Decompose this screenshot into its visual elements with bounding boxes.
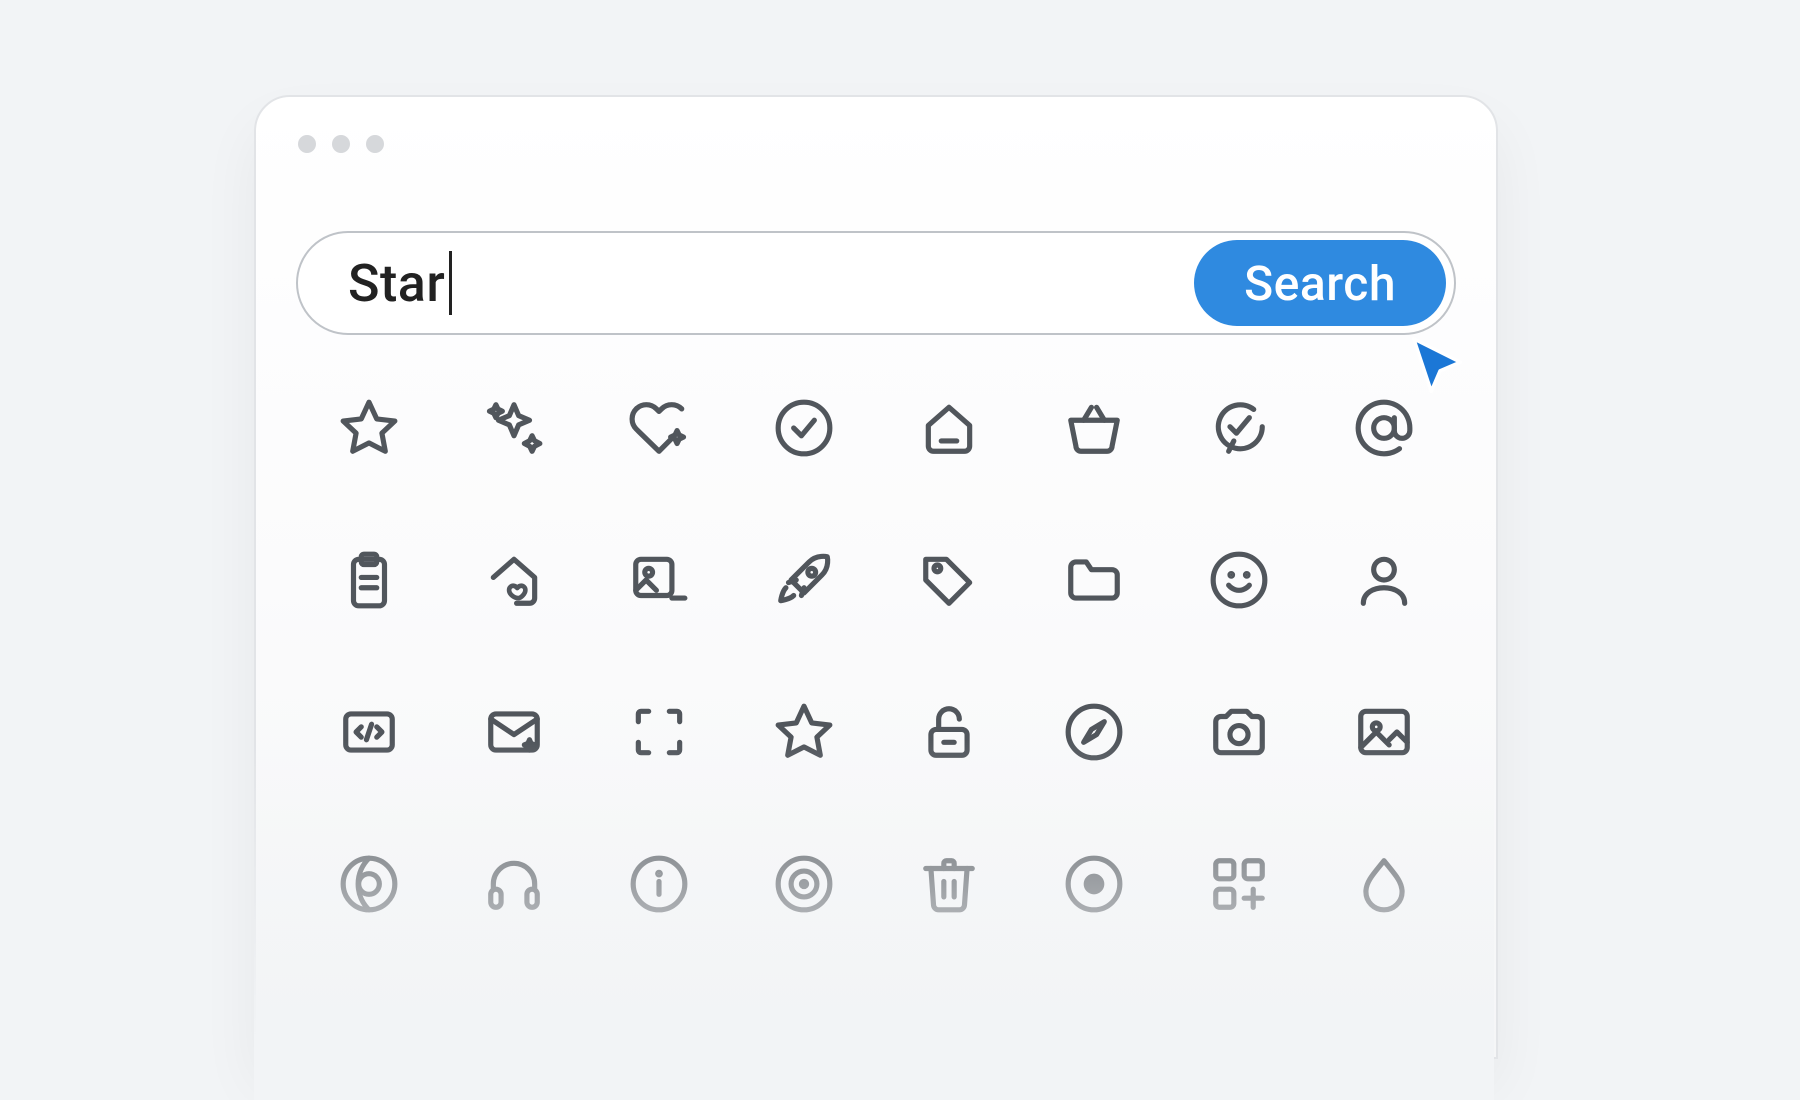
unlock-icon[interactable]: [918, 701, 980, 763]
headphones-icon[interactable]: [483, 853, 545, 915]
scan-icon[interactable]: [628, 701, 690, 763]
compass-icon[interactable]: [1063, 701, 1125, 763]
sparkles-icon[interactable]: [483, 397, 545, 459]
window-minimize-dot[interactable]: [332, 135, 350, 153]
camera-icon[interactable]: [1208, 701, 1270, 763]
search-button-label: Search: [1244, 255, 1396, 312]
user-icon[interactable]: [1353, 549, 1415, 611]
search-input[interactable]: Star: [298, 253, 1194, 314]
home-icon[interactable]: [918, 397, 980, 459]
house-heart-icon[interactable]: [483, 549, 545, 611]
smiley-icon[interactable]: [1208, 549, 1270, 611]
app-window: Star Search: [254, 95, 1498, 1059]
tag-icon[interactable]: [918, 549, 980, 611]
check-circle-icon[interactable]: [773, 397, 835, 459]
heart-sparkle-icon[interactable]: [628, 397, 690, 459]
icon-grid: [296, 397, 1456, 915]
clipboard-icon[interactable]: [338, 549, 400, 611]
code-box-icon[interactable]: [338, 701, 400, 763]
text-caret: [449, 251, 452, 315]
window-zoom-dot[interactable]: [366, 135, 384, 153]
droplet-icon[interactable]: [1353, 853, 1415, 915]
window-controls: [256, 97, 1496, 153]
chat-check-icon[interactable]: [1208, 397, 1270, 459]
image-minus-icon[interactable]: [628, 549, 690, 611]
globe-icon[interactable]: [338, 853, 400, 915]
apps-add-icon[interactable]: [1208, 853, 1270, 915]
at-sign-icon[interactable]: [1353, 397, 1415, 459]
folder-icon[interactable]: [1063, 549, 1125, 611]
search-button[interactable]: Search: [1194, 240, 1446, 326]
search-input-value: Star: [348, 253, 445, 314]
rocket-icon[interactable]: [773, 549, 835, 611]
search-bar: Star Search: [296, 231, 1456, 335]
info-icon[interactable]: [628, 853, 690, 915]
record-icon[interactable]: [1063, 853, 1125, 915]
image-icon[interactable]: [1353, 701, 1415, 763]
mail-sparkle-icon[interactable]: [483, 701, 545, 763]
window-close-dot[interactable]: [298, 135, 316, 153]
basket-icon[interactable]: [1063, 397, 1125, 459]
trash-icon[interactable]: [918, 853, 980, 915]
star-icon[interactable]: [338, 397, 400, 459]
star-outline-icon[interactable]: [773, 701, 835, 763]
target-icon[interactable]: [773, 853, 835, 915]
